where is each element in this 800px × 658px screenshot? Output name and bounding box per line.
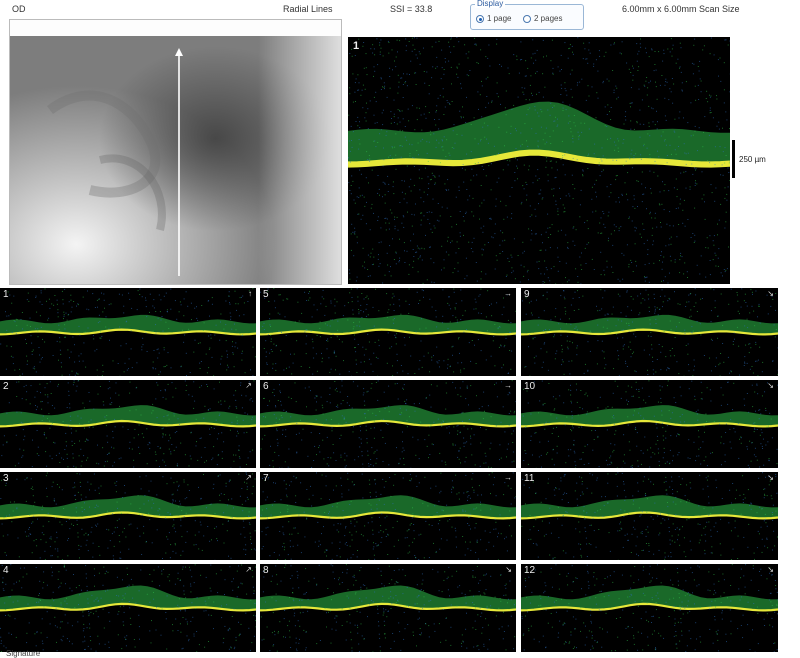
scan-direction-icon: ↘ [767, 381, 774, 390]
thumb-number: 9 [524, 289, 530, 300]
protocol-label: Radial Lines [283, 4, 333, 14]
scan-direction-icon: ↗ [245, 473, 252, 482]
bscan-texture [0, 288, 256, 376]
one-page-label: 1 page [487, 14, 512, 23]
scan-size-label: 6.00mm x 6.00mm Scan Size [622, 4, 740, 14]
scale-bar [732, 140, 735, 178]
bscan-thumb-10[interactable]: 10 ↘ [521, 380, 778, 468]
bscan-thumb-1[interactable]: 1 ↑ [0, 288, 256, 376]
bscan-texture [0, 564, 256, 652]
scan-direction-icon: → [504, 381, 512, 390]
display-legend: Display [475, 0, 506, 8]
bscan-thumb-9[interactable]: 9 ↘ [521, 288, 778, 376]
thumb-number: 6 [263, 381, 269, 392]
bscan-thumb-2[interactable]: 2 ↗ [0, 380, 256, 468]
bscan-texture [260, 472, 516, 560]
bscan-thumb-7[interactable]: 7 → [260, 472, 516, 560]
two-pages-radio[interactable]: 2 pages [523, 14, 562, 23]
scan-direction-icon: ↘ [767, 289, 774, 298]
bscan-texture [260, 288, 516, 376]
ssi-label: SSI = 33.8 [390, 4, 433, 14]
scan-direction-icon: ↑ [248, 289, 252, 298]
bscan-thumb-8[interactable]: 8 ↘ [260, 564, 516, 652]
signature-label: Signature [6, 649, 41, 658]
scan-direction-icon: ↘ [505, 565, 512, 574]
scan-direction-icon: ↗ [245, 565, 252, 574]
main-bscan: 1 [348, 37, 730, 284]
thumb-number: 2 [3, 381, 9, 392]
thumb-number: 5 [263, 289, 269, 300]
bscan-texture [260, 380, 516, 468]
thumb-number: 3 [3, 473, 9, 484]
bscan-thumb-12[interactable]: 12 ↘ [521, 564, 778, 652]
radio-selected-icon [476, 14, 484, 23]
bscan-thumb-5[interactable]: 5 → [260, 288, 516, 376]
display-options-group: Display 1 page 2 pages [470, 0, 584, 30]
scan-direction-icon: → [504, 289, 512, 298]
bscan-thumb-6[interactable]: 6 → [260, 380, 516, 468]
eye-label: OD [12, 4, 26, 14]
scale-label: 250 µm [739, 155, 766, 164]
thumb-number: 7 [263, 473, 269, 484]
bscan-texture [260, 564, 516, 652]
thumb-number: 4 [3, 565, 9, 576]
radio-unselected-icon [523, 14, 531, 23]
main-scan-number: 1 [353, 40, 360, 52]
thumb-number: 1 [3, 289, 9, 300]
bscan-texture [0, 472, 256, 560]
thumb-number: 11 [524, 473, 535, 484]
thumb-number: 12 [524, 565, 536, 576]
two-pages-label: 2 pages [534, 14, 563, 23]
bscan-texture [521, 564, 778, 652]
scan-direction-icon: → [504, 473, 512, 482]
one-page-radio[interactable]: 1 page [476, 14, 511, 23]
bscan-texture [521, 380, 778, 468]
bscan-thumb-4[interactable]: 4 ↗ [0, 564, 256, 652]
bscan-texture [521, 288, 778, 376]
fundus-image [9, 19, 342, 285]
thumb-number: 10 [524, 381, 536, 392]
bscan-texture [0, 380, 256, 468]
scan-direction-icon: ↗ [245, 381, 252, 390]
scan-direction-icon: ↘ [767, 565, 774, 574]
bscan-texture [348, 37, 730, 284]
thumb-number: 8 [263, 565, 269, 576]
bscan-thumb-11[interactable]: 11 ↘ [521, 472, 778, 560]
bscan-thumb-3[interactable]: 3 ↗ [0, 472, 256, 560]
fundus-graphic [10, 20, 341, 284]
scan-direction-icon: ↘ [767, 473, 774, 482]
bscan-texture [521, 472, 778, 560]
